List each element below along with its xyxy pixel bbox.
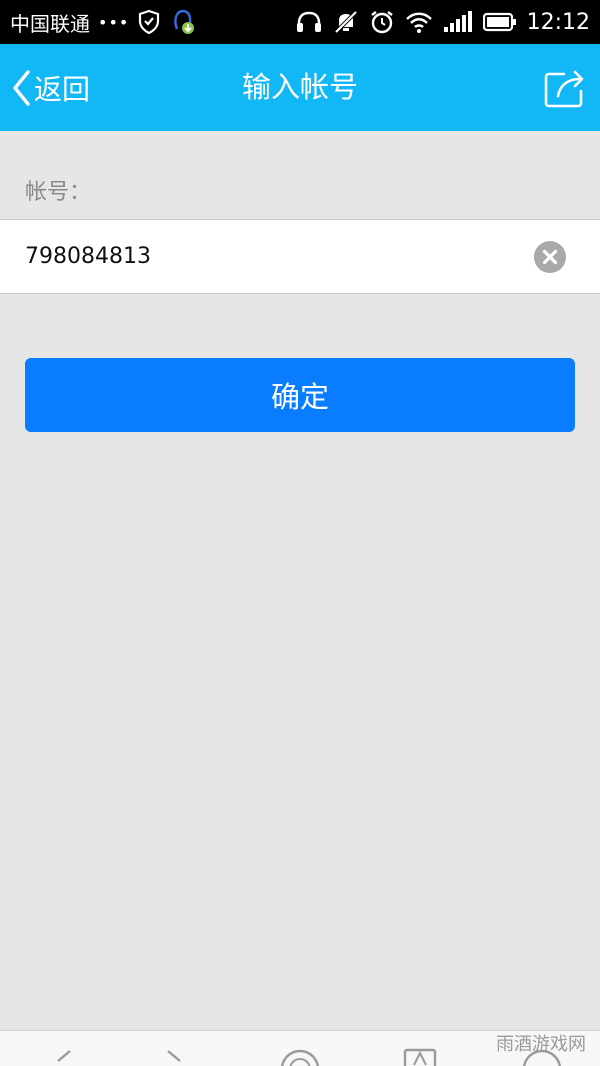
signal-icon (443, 11, 473, 33)
notification-dots: ••• (98, 12, 130, 32)
clock-time: 12:12 (526, 9, 590, 35)
confirm-button[interactable]: 确定 (25, 358, 575, 432)
watermark: 雨酒游戏网 (496, 1034, 586, 1055)
account-input-row (0, 219, 600, 294)
reader-icon[interactable] (402, 1047, 438, 1066)
back-button[interactable]: 返回 (10, 44, 90, 131)
chevron-left-icon (10, 68, 32, 108)
screen: 中国联通 ••• 12:12 返回 输入帐号 帐号： 798084813 确定 … (0, 0, 600, 1066)
status-bar: 中国联通 ••• 12:12 (0, 0, 600, 44)
home-icon[interactable] (278, 1047, 322, 1066)
back-nav-icon[interactable] (48, 1047, 78, 1066)
account-input[interactable] (25, 220, 515, 293)
status-right: 12:12 (295, 9, 590, 35)
share-button[interactable] (542, 65, 588, 111)
wifi-icon (405, 11, 433, 33)
forward-nav-icon[interactable] (160, 1047, 190, 1066)
carrier-name: 中国联通 (10, 11, 90, 36)
shield-icon (137, 9, 161, 35)
clear-button[interactable] (534, 241, 566, 273)
back-label: 返回 (34, 72, 91, 106)
mute-icon (333, 9, 359, 35)
title-bar: 返回 输入帐号 (0, 44, 600, 131)
close-icon (542, 249, 558, 265)
account-label: 帐号： (25, 180, 92, 205)
battery-icon (482, 12, 517, 32)
alarm-icon (369, 9, 395, 35)
headphones-icon (295, 10, 323, 34)
share-icon (544, 70, 584, 108)
status-left: 中国联通 ••• (10, 7, 199, 37)
qq-download-icon (169, 7, 199, 37)
